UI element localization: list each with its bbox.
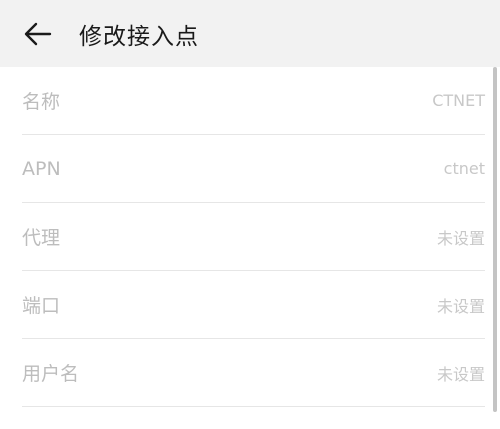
arrow-left-icon <box>24 22 52 45</box>
back-button[interactable] <box>18 14 58 54</box>
apn-field-proxy[interactable]: 代理 未设置 <box>22 203 485 271</box>
apn-settings-list: 名称 CTNET APN ctnet 代理 未设置 端口 未设置 用户名 未设置 <box>0 67 500 407</box>
scrollbar[interactable] <box>493 67 497 412</box>
edit-apn-screen: 修改接入点 名称 CTNET APN ctnet 代理 未设置 端口 未设置 用… <box>0 0 500 429</box>
apn-field-name[interactable]: 名称 CTNET <box>22 67 485 135</box>
apn-field-port[interactable]: 端口 未设置 <box>22 271 485 339</box>
field-label: 名称 <box>22 91 61 113</box>
field-label: 端口 <box>22 295 61 317</box>
field-label: 用户名 <box>22 363 80 385</box>
page-title: 修改接入点 <box>79 23 199 50</box>
field-label: 代理 <box>22 227 61 249</box>
field-value: 未设置 <box>436 364 485 384</box>
app-bar: 修改接入点 <box>0 0 500 67</box>
apn-field-apn[interactable]: APN ctnet <box>22 135 485 203</box>
field-value: ctnet <box>443 159 485 178</box>
field-value: 未设置 <box>436 296 485 316</box>
field-label: APN <box>22 157 61 180</box>
field-value: CTNET <box>432 91 485 110</box>
apn-field-username[interactable]: 用户名 未设置 <box>22 339 485 407</box>
field-value: 未设置 <box>436 228 485 248</box>
